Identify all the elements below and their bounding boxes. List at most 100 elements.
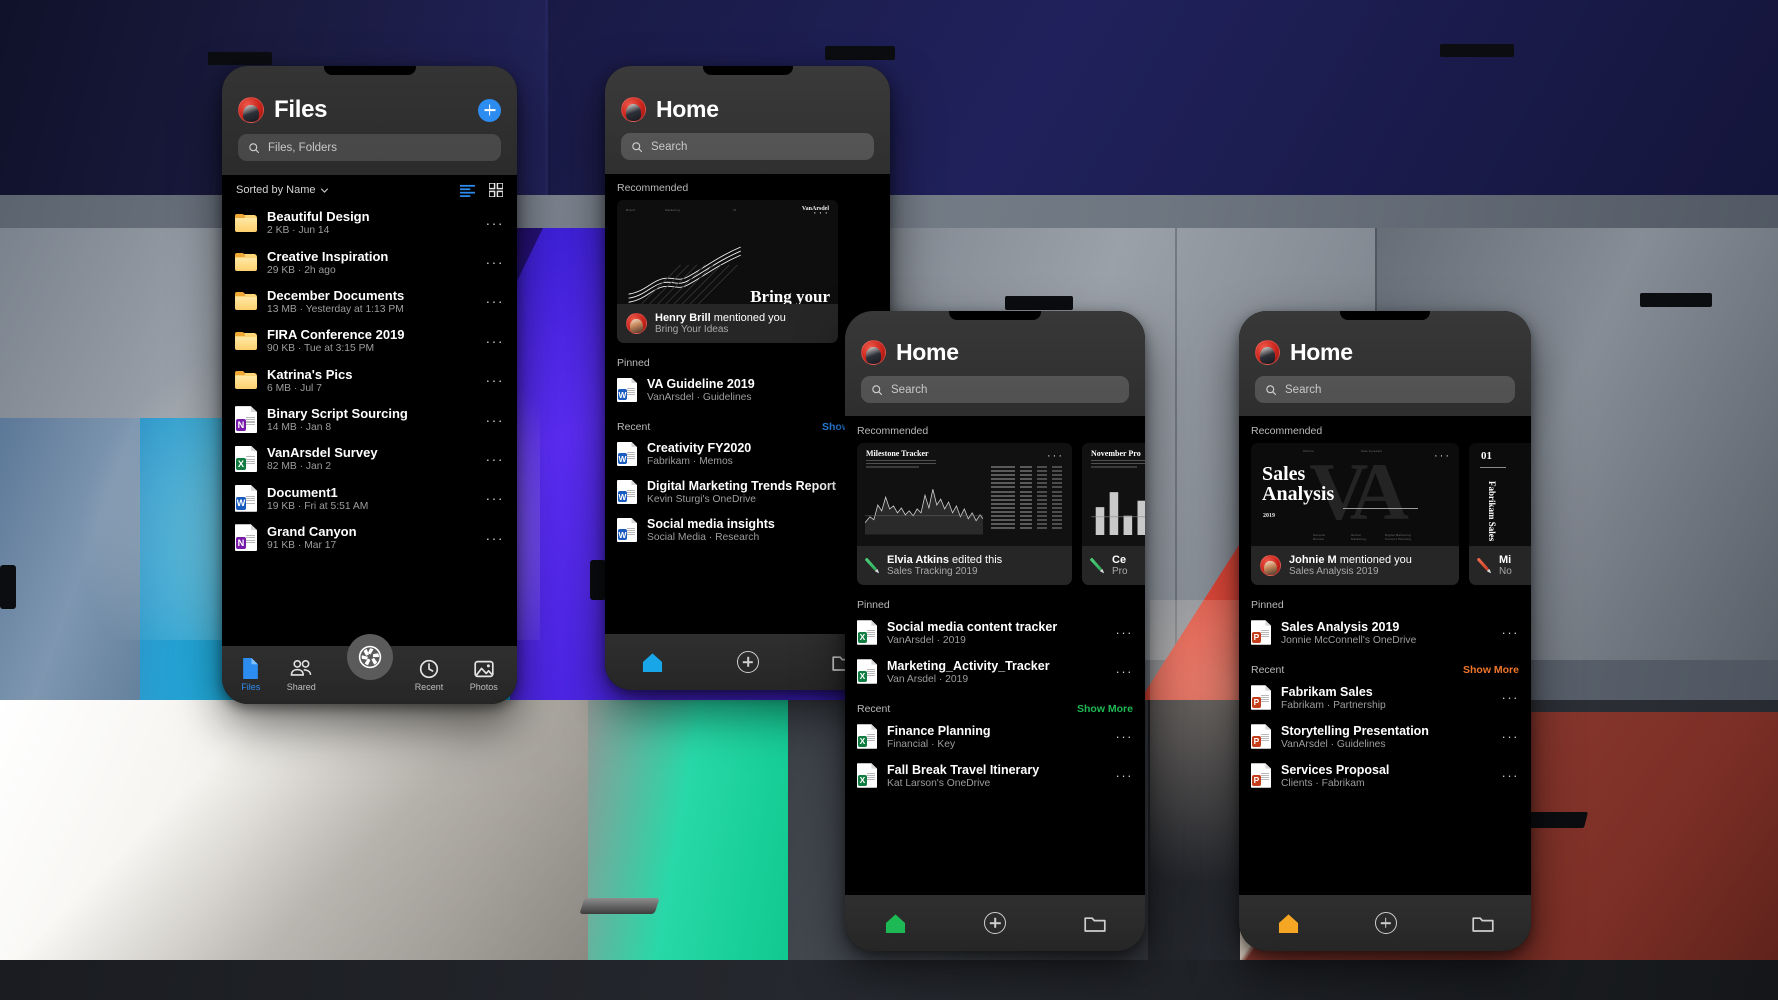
recommended-card[interactable]: Milestone Tracker ··· Elvia Atkins edite… [857, 443, 1072, 585]
row-menu-button[interactable]: ··· [486, 293, 505, 309]
drawer-handle [0, 565, 16, 609]
recent-rows[interactable]: X Finance Planning Financial · Key ··· X Fall… [845, 717, 1145, 795]
chevron-down-icon[interactable] [320, 186, 329, 195]
list-item[interactable]: December Documents 13 MB · Yesterday at 1… [222, 282, 517, 321]
list-item[interactable]: N Grand Canyon 91 KB · Mar 17 ··· [222, 518, 517, 557]
recommended-strip[interactable]: Milestone Tracker ··· Elvia Atkins edite… [845, 443, 1145, 585]
search-input[interactable]: Search [1255, 376, 1515, 403]
pencil-icon [1086, 554, 1109, 578]
avatar [1260, 555, 1281, 576]
row-menu-button[interactable]: ··· [486, 451, 505, 467]
tab-photos[interactable]: Photos [470, 659, 498, 692]
list-item[interactable]: X Social media content tracker VanArsdel ·… [845, 613, 1145, 652]
phone-notch [1340, 311, 1430, 320]
recommended-card[interactable]: Brand Marketing 01 VanArsdel ··· Bring y… [617, 200, 838, 343]
row-menu-button[interactable]: ··· [486, 333, 505, 349]
list-view-icon[interactable] [460, 184, 475, 197]
row-menu-button[interactable]: ··· [1502, 729, 1520, 744]
list-item[interactable]: P Storytelling Presentation VanArsdel · Gu… [1239, 717, 1531, 756]
list-item[interactable]: X VanArsdel Survey 82 MB · Jan 2 ··· [222, 439, 517, 478]
powerpoint-tab-bar[interactable] [1239, 895, 1531, 951]
tab-home[interactable] [884, 913, 907, 934]
row-menu-button[interactable]: ··· [1502, 625, 1520, 640]
list-item[interactable]: P Sales Analysis 2019 Jonnie McConnell's O… [1239, 613, 1531, 652]
row-menu-button[interactable]: ··· [486, 530, 505, 546]
files-tab-bar[interactable]: Files Shared Recent Photos [222, 634, 517, 704]
avatar[interactable] [861, 340, 886, 365]
recommended-card[interactable]: 01 Fabrikam Sales Mi No [1469, 443, 1531, 585]
row-menu-button[interactable]: ··· [1502, 768, 1520, 783]
list-item[interactable]: X Finance Planning Financial · Key ··· [845, 717, 1145, 756]
list-item[interactable]: X Fall Break Travel Itinerary Kat Larson's… [845, 756, 1145, 795]
tab-files[interactable] [1084, 914, 1106, 933]
sort-label[interactable]: Sorted by Name [236, 184, 315, 196]
document-icon: W [617, 441, 637, 467]
row-menu-button[interactable]: ··· [1502, 690, 1520, 705]
backdrop-base-strip [0, 960, 1778, 1000]
pinned-rows[interactable]: P Sales Analysis 2019 Jonnie McConnell's O… [1239, 613, 1531, 652]
list-item[interactable]: Beautiful Design 2 KB · Jun 14 ··· [222, 203, 517, 242]
list-item[interactable]: Creative Inspiration 29 KB · 2h ago ··· [222, 242, 517, 281]
avatar[interactable] [621, 97, 646, 122]
search-input[interactable]: Files, Folders [238, 134, 501, 161]
scan-button[interactable] [346, 634, 393, 680]
show-more-link[interactable]: Show More [1463, 664, 1519, 676]
row-menu-button[interactable]: ··· [1116, 664, 1134, 679]
row-menu-button[interactable]: ··· [486, 490, 505, 506]
search-input[interactable]: Search [861, 376, 1129, 403]
row-menu-button[interactable]: ··· [486, 215, 505, 231]
card-menu-icon[interactable]: ··· [813, 207, 830, 219]
grid-view-icon[interactable] [489, 183, 503, 197]
excel-home-body[interactable]: Recommended Milestone Tracker ··· Elvia … [845, 416, 1145, 895]
tab-files[interactable] [1471, 914, 1494, 933]
powerpoint-home-body[interactable]: Recommended VA · Outline Sale Forecast S… [1239, 416, 1531, 895]
section-recent: Recent [857, 703, 891, 715]
tab-shared[interactable]: Shared [287, 658, 316, 692]
list-item[interactable]: Katrina's Pics 6 MB · Jul 7 ··· [222, 361, 517, 400]
item-subtitle: VanArsdel · Guidelines [1281, 738, 1386, 750]
line-chart-graphic [628, 246, 741, 304]
slide-title-line2: Analysis [1262, 483, 1335, 505]
row-menu-button[interactable]: ··· [1116, 625, 1134, 640]
list-item[interactable]: N Binary Script Sourcing 14 MB · Jan 8 ··· [222, 400, 517, 439]
list-item[interactable]: FIRA Conference 2019 90 KB · Tue at 3:15 … [222, 321, 517, 360]
row-menu-button[interactable]: ··· [486, 254, 505, 270]
pinned-rows[interactable]: X Social media content tracker VanArsdel ·… [845, 613, 1145, 691]
tab-home[interactable] [641, 652, 664, 673]
row-menu-button[interactable]: ··· [1116, 729, 1134, 744]
row-menu-button[interactable]: ··· [486, 372, 505, 388]
list-item[interactable]: W Document1 19 KB · Fri at 5:51 AM ··· [222, 479, 517, 518]
tab-create[interactable] [984, 912, 1007, 934]
item-title: Creative Inspiration [267, 248, 389, 264]
card-menu-icon[interactable]: ··· [1434, 450, 1451, 462]
phone-notch [323, 66, 416, 75]
tab-files[interactable]: Files [241, 658, 260, 692]
tab-create[interactable] [1374, 912, 1397, 934]
plus-icon [984, 912, 1007, 934]
list-item[interactable]: P Services Proposal Clients · Fabrikam ··· [1239, 756, 1531, 795]
document-icon: W [235, 484, 257, 512]
recommended-strip[interactable]: VA · Outline Sale Forecast Sales Analysi… [1239, 443, 1531, 585]
show-more-link[interactable]: Show More [1077, 703, 1133, 715]
item-title: December Documents [267, 287, 405, 303]
tab-create[interactable] [736, 651, 759, 673]
avatar[interactable] [238, 97, 264, 123]
recent-rows[interactable]: P Fabrikam Sales Fabrikam · Partnership ···… [1239, 678, 1531, 795]
excel-tab-bar[interactable] [845, 895, 1145, 951]
recommended-card[interactable]: VA · Outline Sale Forecast Sales Analysi… [1251, 443, 1459, 585]
row-menu-button[interactable]: ··· [1116, 768, 1134, 783]
list-item[interactable]: P Fabrikam Sales Fabrikam · Partnership ··· [1239, 678, 1531, 717]
card-footer: Mi No [1469, 546, 1531, 585]
file-rows[interactable]: Beautiful Design 2 KB · Jun 14 ··· Creative… [222, 203, 517, 557]
add-button[interactable] [478, 98, 501, 122]
tab-recent[interactable]: Recent [415, 659, 443, 692]
card-menu-icon[interactable]: ··· [1047, 450, 1064, 462]
row-menu-button[interactable]: ··· [486, 412, 505, 428]
recommended-card[interactable]: November Pro Ce Pro [1082, 443, 1145, 585]
tab-home[interactable] [1277, 913, 1300, 934]
list-item[interactable]: X Marketing_Activity_Tracker Van Arsdel · … [845, 652, 1145, 691]
files-list-body[interactable]: Sorted by Name Beautiful Design 2 KB · J… [222, 175, 517, 646]
search-input[interactable]: Search [621, 133, 874, 160]
avatar[interactable] [1255, 340, 1280, 365]
card-footer: Elvia Atkins edited this Sales Tracking … [857, 546, 1072, 585]
